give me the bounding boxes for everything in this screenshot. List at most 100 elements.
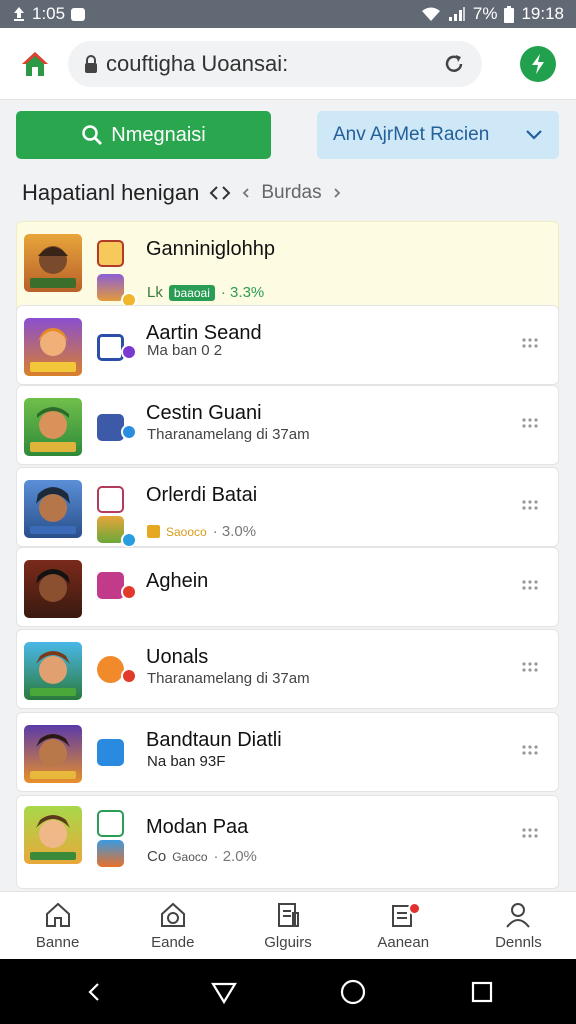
bottom-nav: Banne Eande Glguirs Aanean Dennls bbox=[0, 891, 576, 959]
game-logo bbox=[97, 274, 124, 301]
status-bar: 1:05 7% 19:18 bbox=[0, 0, 576, 28]
refresh-icon[interactable] bbox=[442, 52, 466, 76]
url-bar[interactable]: couftigha Uoansai: bbox=[68, 40, 482, 87]
more-options-icon[interactable] bbox=[521, 743, 539, 757]
nav-item-profile[interactable]: Dennls bbox=[461, 892, 576, 959]
game-list: Ganniniglohhp Lk baaoai · 3.3% Aartin Se… bbox=[16, 221, 559, 889]
status-time: 19:18 bbox=[521, 4, 564, 23]
nav-item-games[interactable]: Eande bbox=[115, 892, 230, 959]
game-thumbnail bbox=[24, 642, 82, 700]
nav-label: Glguirs bbox=[264, 933, 312, 951]
home-icon[interactable] bbox=[20, 50, 50, 78]
game-logo bbox=[97, 572, 124, 599]
game-subtitle: Tharanamelang di 37am bbox=[147, 670, 310, 687]
nav-label: Aanean bbox=[377, 933, 430, 951]
more-options-icon[interactable] bbox=[521, 826, 539, 840]
game-logo bbox=[97, 516, 124, 543]
more-options-icon[interactable] bbox=[521, 578, 539, 592]
action-row: Nmegnaisi Anv AjrMet Racien bbox=[16, 111, 559, 159]
bolt-icon bbox=[532, 53, 544, 74]
game-logo bbox=[97, 656, 124, 683]
battery-percent: 7% bbox=[472, 4, 498, 23]
game-card[interactable]: Uonals Tharanamelang di 37am bbox=[16, 629, 559, 709]
home-circle-icon[interactable] bbox=[338, 977, 368, 1007]
signal-icon bbox=[448, 7, 465, 21]
game-subtitle: Ma ban 0 2 bbox=[147, 342, 223, 359]
search-icon bbox=[82, 125, 103, 145]
badge-dot bbox=[121, 532, 137, 548]
gamepad-icon bbox=[160, 902, 185, 927]
game-subtitle: Tharanamelang di 37am bbox=[147, 426, 310, 443]
nav-item-home[interactable]: Banne bbox=[0, 892, 115, 959]
game-subtitle: Na ban 93F bbox=[147, 753, 226, 770]
more-options-icon[interactable] bbox=[521, 336, 539, 350]
warning-icon bbox=[147, 525, 160, 538]
notification-icon bbox=[71, 7, 86, 21]
nav-item-documents[interactable]: Glguirs bbox=[230, 892, 345, 959]
stat-value: · 2.0% bbox=[213, 848, 257, 865]
system-nav-bar bbox=[0, 959, 576, 1024]
nav-item-notifications[interactable]: Aanean bbox=[346, 892, 461, 959]
battery-icon bbox=[504, 5, 515, 23]
breadcrumb-current: Hapatianl henigan bbox=[22, 180, 200, 205]
game-card[interactable]: Cestin Guani Tharanamelang di 37am bbox=[16, 385, 559, 465]
stat-value: · 3.0% bbox=[212, 523, 257, 540]
game-thumbnail bbox=[24, 398, 82, 456]
game-thumbnail bbox=[24, 725, 82, 783]
game-title: Modan Paa bbox=[146, 816, 249, 838]
game-card[interactable]: Aartin Seand Ma ban 0 2 bbox=[16, 305, 559, 385]
back-icon[interactable] bbox=[80, 977, 110, 1007]
app-screen: 1:05 7% 19:18 couftigha Uoansai: Nmegnai… bbox=[0, 0, 576, 1024]
game-thumbnail bbox=[24, 806, 82, 864]
game-thumbnail bbox=[24, 234, 82, 292]
stat-value: · 3.3% bbox=[220, 284, 265, 301]
stat-label: Co bbox=[147, 848, 167, 865]
nav-label: Eande bbox=[151, 933, 195, 951]
badge-dot bbox=[121, 584, 137, 600]
breadcrumb-link[interactable]: Burdas bbox=[261, 182, 321, 204]
more-options-icon[interactable] bbox=[521, 416, 539, 430]
game-logo bbox=[97, 240, 124, 267]
more-options-icon[interactable] bbox=[521, 498, 539, 512]
nav-label: Banne bbox=[35, 933, 80, 951]
game-stats: Saooco · 3.0% bbox=[147, 523, 256, 540]
home-icon bbox=[45, 902, 70, 927]
stat-pill: baaoai bbox=[168, 284, 215, 301]
game-card[interactable]: Orlerdi Batai Saooco · 3.0% bbox=[16, 467, 559, 548]
filter-dropdown-label: Anv AjrMet Racien bbox=[333, 124, 490, 145]
chevron-left-icon bbox=[243, 188, 250, 198]
stat-pill: Gaoco bbox=[172, 849, 208, 864]
notification-badge bbox=[407, 902, 421, 915]
filter-dropdown[interactable]: Anv AjrMet Racien bbox=[317, 111, 559, 159]
game-title: Bandtaun Diatli bbox=[146, 729, 282, 751]
game-thumbnail bbox=[24, 560, 82, 618]
badge-dot bbox=[121, 424, 137, 440]
badge-dot bbox=[121, 668, 137, 684]
game-thumbnail bbox=[24, 318, 82, 376]
stat-label: Lk bbox=[147, 284, 163, 301]
game-stats: Lk baaoai · 3.3% bbox=[147, 284, 264, 301]
game-card[interactable]: Modan Paa Co Gaoco · 2.0% bbox=[16, 795, 559, 889]
search-button[interactable]: Nmegnaisi bbox=[16, 111, 271, 159]
game-card[interactable]: Aghein bbox=[16, 547, 559, 627]
stat-pill: Saooco bbox=[166, 524, 207, 539]
dropdown-triangle-icon[interactable] bbox=[209, 977, 239, 1007]
code-icon[interactable] bbox=[209, 185, 231, 201]
document-icon bbox=[278, 902, 299, 927]
game-logo bbox=[97, 840, 124, 867]
more-options-icon[interactable] bbox=[521, 660, 539, 674]
profile-button[interactable] bbox=[520, 45, 556, 82]
game-logo bbox=[97, 739, 124, 766]
url-text: couftigha Uoansai: bbox=[106, 50, 289, 76]
upload-icon bbox=[14, 7, 24, 21]
game-card[interactable]: Bandtaun Diatli Na ban 93F bbox=[16, 712, 559, 792]
recents-icon[interactable] bbox=[467, 977, 497, 1007]
chevron-down-icon bbox=[526, 130, 542, 140]
game-stats: Co Gaoco · 2.0% bbox=[147, 848, 257, 865]
badge-dot bbox=[121, 344, 137, 360]
game-logo bbox=[97, 334, 124, 361]
top-bar: couftigha Uoansai: bbox=[0, 28, 576, 100]
game-title: Ganniniglohhp bbox=[146, 238, 275, 260]
person-icon bbox=[506, 902, 531, 928]
nav-label: Dennls bbox=[495, 933, 542, 951]
